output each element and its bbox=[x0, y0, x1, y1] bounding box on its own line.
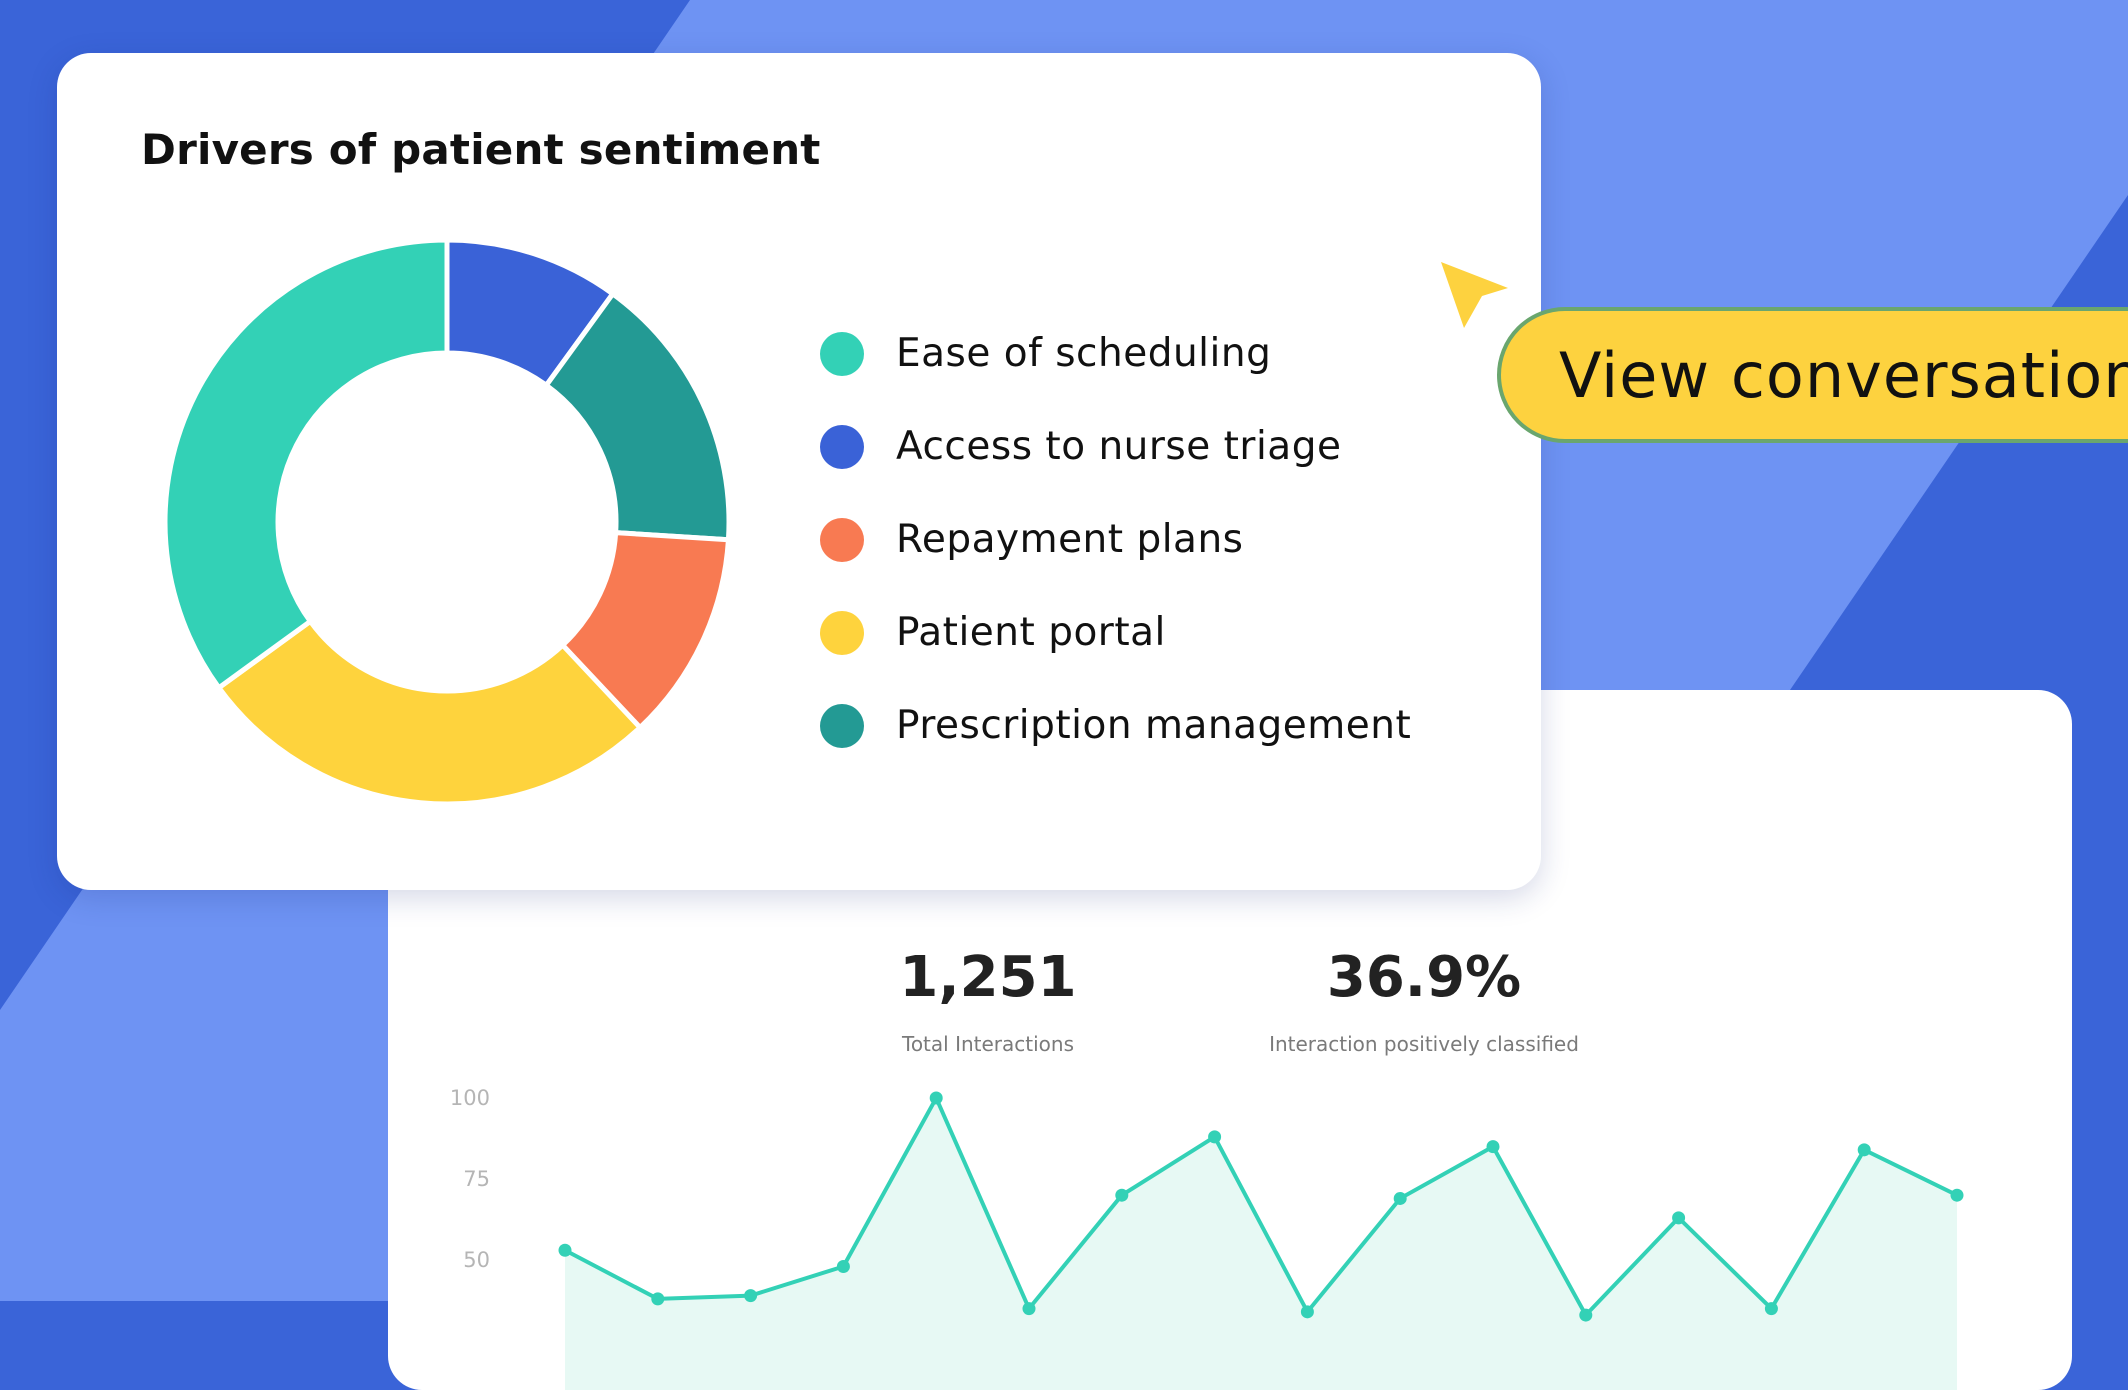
data-point bbox=[1022, 1302, 1036, 1316]
data-point bbox=[1950, 1188, 1964, 1202]
legend-label: Repayment plans bbox=[896, 517, 1244, 562]
legend-label: Patient portal bbox=[896, 610, 1166, 655]
y-tick-label: 75 bbox=[463, 1167, 490, 1191]
data-point bbox=[744, 1289, 758, 1303]
data-point bbox=[558, 1243, 572, 1257]
legend-swatch bbox=[820, 424, 864, 469]
legend-item: Prescription management bbox=[820, 679, 1411, 772]
legend-swatch bbox=[820, 703, 864, 748]
data-point bbox=[1300, 1305, 1314, 1319]
data-point bbox=[1579, 1308, 1593, 1322]
pointer-arrow-icon bbox=[1441, 262, 1508, 328]
legend-item: Access to nurse triage bbox=[820, 400, 1411, 493]
y-tick-label: 100 bbox=[450, 1086, 490, 1110]
data-point bbox=[1764, 1302, 1778, 1316]
data-point bbox=[929, 1091, 943, 1105]
legend-label: Ease of scheduling bbox=[896, 331, 1272, 376]
legend-item: Patient portal bbox=[820, 586, 1411, 679]
data-point bbox=[1672, 1211, 1686, 1225]
chart-legend: Ease of scheduling Access to nurse triag… bbox=[820, 307, 1411, 772]
data-point bbox=[1208, 1130, 1222, 1144]
data-point bbox=[836, 1259, 850, 1273]
legend-swatch bbox=[820, 610, 864, 655]
data-point bbox=[1486, 1140, 1500, 1154]
donut-slice bbox=[162, 237, 450, 691]
data-point bbox=[1857, 1143, 1871, 1157]
legend-swatch bbox=[820, 517, 864, 562]
data-point bbox=[651, 1292, 665, 1306]
legend-item: Repayment plans bbox=[820, 493, 1411, 586]
data-point bbox=[1393, 1191, 1407, 1205]
legend-label: Access to nurse triage bbox=[896, 424, 1342, 469]
legend-swatch bbox=[820, 331, 864, 376]
y-tick-label: 50 bbox=[463, 1248, 490, 1272]
view-conversation-button[interactable]: View conversation bbox=[1497, 307, 2128, 443]
donut-card: Drivers of patient sentiment Ease of sch… bbox=[57, 53, 1541, 890]
legend-item: Ease of scheduling bbox=[820, 307, 1411, 400]
area-fill bbox=[565, 1098, 1957, 1390]
legend-label: Prescription management bbox=[896, 703, 1412, 748]
data-point bbox=[1115, 1188, 1129, 1202]
